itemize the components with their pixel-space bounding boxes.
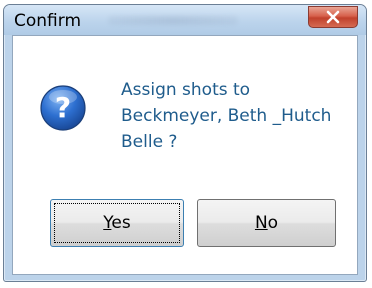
- no-label-rest: o: [267, 213, 279, 233]
- title-bar[interactable]: Confirm: [4, 5, 366, 35]
- close-button[interactable]: [308, 6, 358, 28]
- window-title: Confirm: [14, 11, 82, 31]
- no-accelerator: N: [254, 213, 268, 233]
- message-text: Assign shots to Beckmeyer, Beth _Hutch B…: [121, 77, 331, 155]
- no-button-label: No: [255, 213, 278, 233]
- message-line-2: Beckmeyer, Beth _Hutch: [121, 106, 332, 126]
- yes-button[interactable]: Yes: [50, 199, 184, 247]
- no-button[interactable]: No: [197, 199, 336, 247]
- title-blurred-text: [108, 16, 238, 25]
- message-line-3: Belle ?: [121, 132, 178, 152]
- question-icon: ?: [40, 85, 86, 131]
- dialog-body: ? Assign shots to Beckmeyer, Beth _Hutch…: [12, 35, 358, 275]
- confirm-dialog: Confirm ? Assign shots to Beckmeyer, Bet…: [3, 4, 367, 282]
- close-icon: [326, 10, 340, 24]
- message-line-1: Assign shots to: [121, 80, 251, 100]
- svg-text:?: ?: [55, 91, 71, 124]
- focus-ring: [54, 203, 180, 243]
